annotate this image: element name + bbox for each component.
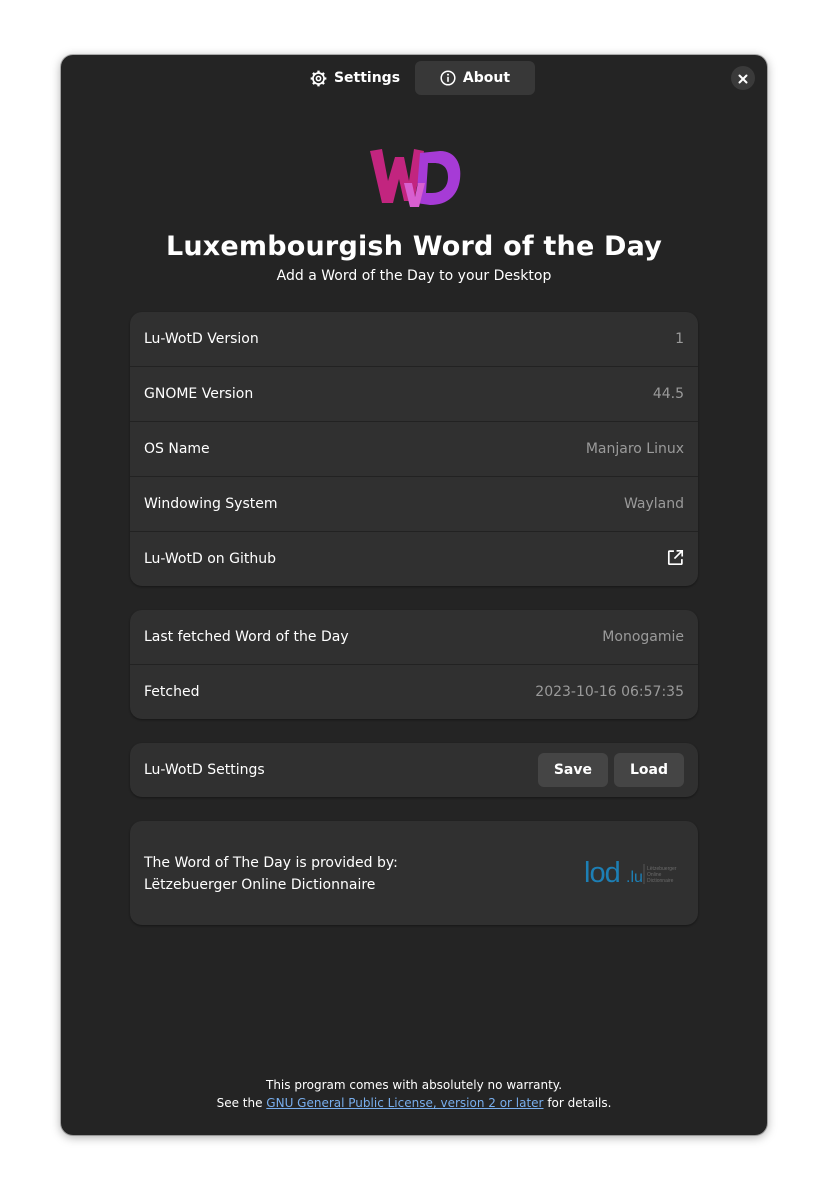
row-gnome-version: GNOME Version 44.5 (130, 367, 698, 422)
license-line: See the GNU General Public License, vers… (61, 1094, 767, 1112)
fetch-list: Last fetched Word of the Day Monogamie F… (130, 610, 698, 719)
header-bar: Settings About (61, 55, 767, 101)
tab-about[interactable]: About (415, 61, 535, 95)
row-windowing-system: Windowing System Wayland (130, 477, 698, 532)
provider-line-1: The Word of The Day is provided by: (144, 855, 398, 871)
row-title: OS Name (144, 441, 210, 457)
license-suffix: for details. (543, 1096, 612, 1110)
row-value: 2023-10-16 06:57:35 (535, 684, 684, 700)
row-title: Windowing System (144, 496, 278, 512)
row-title: Lu-WotD on Github (144, 551, 276, 567)
lod-logo-main: lod (584, 859, 620, 887)
provider-line-2: Lëtzebuerger Online Dictionnaire (144, 877, 376, 893)
view-switcher: Settings About (295, 61, 535, 95)
row-os-name: OS Name Manjaro Linux (130, 422, 698, 477)
close-icon (738, 69, 748, 88)
settings-button-group: Save Load (537, 753, 684, 787)
row-value: Wayland (623, 496, 684, 512)
row-value: Monogamie (602, 629, 684, 645)
lod-logo-suffix: .lu (626, 869, 643, 886)
save-button[interactable]: Save (537, 753, 608, 787)
row-github-link[interactable]: Lu-WotD on Github (130, 532, 698, 586)
row-title: Last fetched Word of the Day (144, 629, 349, 645)
license-link[interactable]: GNU General Public License, version 2 or… (266, 1096, 543, 1110)
app-logo (368, 143, 462, 211)
row-value: 1 (675, 331, 684, 347)
close-button[interactable] (731, 66, 755, 90)
row-settings: Lu-WotD Settings Save Load (130, 743, 698, 797)
row-fetched-time: Fetched 2023-10-16 06:57:35 (130, 665, 698, 719)
tab-settings-label: Settings (333, 70, 401, 86)
provider-card: The Word of The Day is provided by: Lëtz… (130, 821, 698, 925)
row-value: Manjaro Linux (585, 441, 684, 457)
settings-list: Lu-WotD Settings Save Load (130, 743, 698, 797)
row-value: 44.5 (652, 386, 684, 402)
gear-icon (310, 70, 327, 87)
tab-settings[interactable]: Settings (295, 61, 415, 95)
lod-caption-3: Dictionnaire (647, 878, 674, 884)
about-window: Settings About Luxembourgish Word of the… (61, 55, 767, 1135)
warranty-text: This program comes with absolutely no wa… (265, 1078, 563, 1092)
app-subtitle: Add a Word of the Day to your Desktop (276, 268, 552, 284)
lod-logo[interactable]: lod .lu Lëtzebuerger Online Dictionnaire (584, 857, 682, 889)
tab-about-label: About (462, 70, 511, 86)
license-prefix: See the (216, 1096, 267, 1110)
row-title: Lu-WotD Version (144, 331, 259, 347)
provider-text: The Word of The Day is provided by: Lëtz… (144, 852, 398, 896)
info-list: Lu-WotD Version 1 GNOME Version 44.5 OS … (130, 312, 698, 586)
load-button[interactable]: Load (613, 753, 684, 787)
info-icon (440, 70, 456, 86)
row-title: Lu-WotD Settings (144, 762, 265, 778)
row-title: GNOME Version (144, 386, 254, 402)
footer-legal: This program comes with absolutely no wa… (61, 1076, 767, 1112)
external-link-icon (667, 549, 684, 570)
row-last-fetched-word: Last fetched Word of the Day Monogamie (130, 610, 698, 665)
row-version: Lu-WotD Version 1 (130, 312, 698, 367)
app-title: Luxembourgish Word of the Day (165, 231, 663, 262)
row-title: Fetched (144, 684, 200, 700)
